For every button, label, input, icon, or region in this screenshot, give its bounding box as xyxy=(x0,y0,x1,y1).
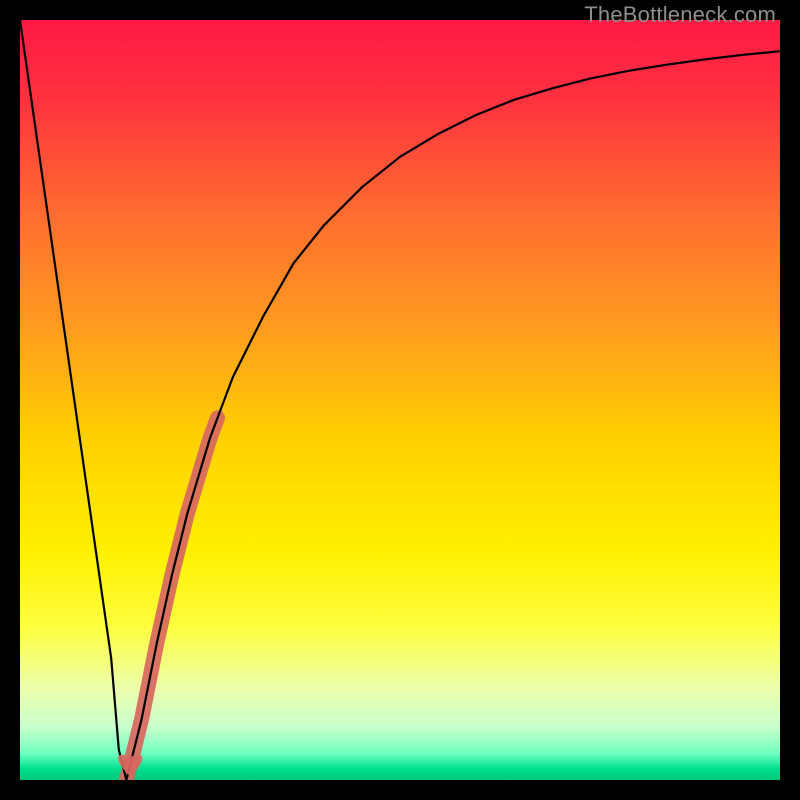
chart-frame: TheBottleneck.com xyxy=(0,0,800,800)
chart-svg xyxy=(20,20,780,780)
heat-background xyxy=(20,20,780,780)
watermark-text: TheBottleneck.com xyxy=(584,2,776,28)
plot-area xyxy=(20,20,780,780)
